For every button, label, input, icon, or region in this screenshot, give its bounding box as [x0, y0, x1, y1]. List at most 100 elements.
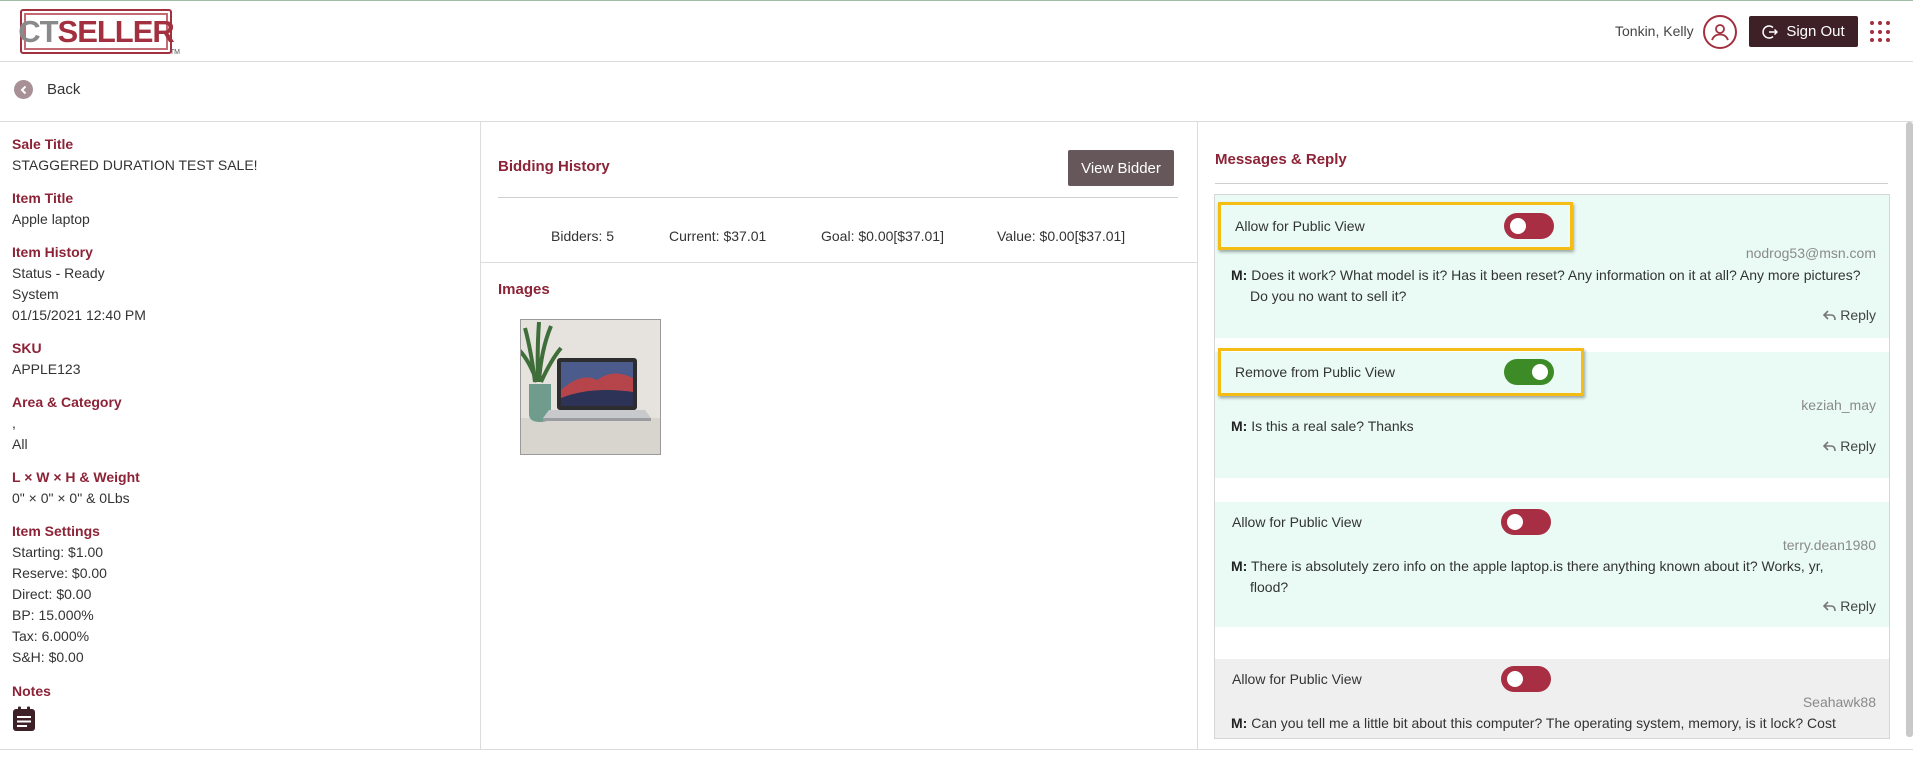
message-text: M: Does it work? What model is it? Has i…: [1231, 265, 1861, 307]
messages-panel: Messages & Reply Allow for Public View n…: [1198, 122, 1913, 750]
public-view-toggle-row: Allow for Public View: [1218, 655, 1573, 703]
toggle-knob: [1507, 514, 1523, 530]
message-prefix: M:: [1231, 418, 1248, 434]
messages-list[interactable]: Allow for Public View nodrog53@msn.com M…: [1214, 194, 1890, 739]
item-history-field: Item History Status - Ready System 01/15…: [12, 242, 146, 326]
notes-label: Notes: [12, 683, 51, 699]
message-text: M: Is this a real sale? Thanks: [1231, 416, 1861, 437]
sign-out-label: Sign Out: [1786, 23, 1845, 40]
item-history-user: System: [12, 286, 59, 302]
public-view-toggle[interactable]: [1501, 666, 1551, 692]
message-item: Allow for Public View terry.dean1980 M: …: [1215, 502, 1889, 627]
logo-text: CTSELLER: [18, 14, 175, 49]
message-author: terry.dean1980: [1782, 537, 1876, 553]
message-item: Allow for Public View Seahawk88 M: Can y…: [1215, 659, 1889, 738]
sale-title-field: Sale Title STAGGERED DURATION TEST SALE!: [12, 134, 258, 176]
item-image-thumbnail[interactable]: [520, 319, 661, 455]
reply-label: Reply: [1840, 438, 1876, 454]
bidders-count: Bidders: 5: [551, 228, 615, 244]
public-view-toggle[interactable]: [1501, 509, 1551, 535]
message-prefix: M:: [1231, 715, 1248, 731]
setting-direct: Direct: $0.00: [12, 586, 92, 602]
reply-button[interactable]: Reply: [1823, 598, 1876, 614]
message-content: Can you tell me a little bit about this …: [1251, 715, 1836, 731]
message-content: Is this a real sale? Thanks: [1251, 418, 1414, 434]
area-category-field: Area & Category , All: [12, 392, 122, 455]
public-view-toggle-row: Allow for Public View: [1218, 498, 1573, 546]
divider: [481, 262, 1198, 263]
bidding-panel: Bidding History View Bidder Bidders: 5 C…: [481, 122, 1198, 750]
user-avatar-icon[interactable]: [1703, 15, 1737, 49]
reply-icon: [1823, 600, 1837, 611]
reply-label: Reply: [1840, 307, 1876, 323]
public-view-toggle[interactable]: [1504, 359, 1554, 385]
item-history-label: Item History: [12, 244, 93, 260]
sign-out-button[interactable]: Sign Out: [1749, 16, 1858, 47]
goal-value: Goal: $0.00[$37.01]: [821, 228, 944, 244]
dimensions-label: L × W × H & Weight: [12, 469, 140, 485]
area-category-label: Area & Category: [12, 394, 122, 410]
message-item: Allow for Public View nodrog53@msn.com M…: [1215, 195, 1889, 338]
reply-label: Reply: [1840, 598, 1876, 614]
reply-icon: [1823, 309, 1837, 320]
setting-starting: Starting: $1.00: [12, 544, 104, 560]
message-author: Seahawk88: [1802, 694, 1876, 710]
notes-icon[interactable]: [12, 706, 36, 732]
value-amount: Value: $0.00[$37.01]: [997, 228, 1126, 244]
back-button[interactable]: Back: [14, 80, 80, 99]
divider: [0, 749, 1913, 750]
divider: [498, 197, 1178, 198]
message-content: There is absolutely zero info on the app…: [1250, 558, 1824, 595]
logo-text-accent: SELLER: [57, 14, 175, 49]
page-scrollbar[interactable]: [1906, 122, 1913, 737]
top-header: CTSELLER TM Tonkin, Kelly Sign Out: [0, 0, 1913, 62]
ctseller-logo[interactable]: CTSELLER TM: [18, 9, 180, 56]
view-bidder-button[interactable]: View Bidder: [1068, 150, 1174, 186]
toggle-knob: [1507, 671, 1523, 687]
item-settings-field: Item Settings Starting: $1.00 Reserve: $…: [12, 521, 107, 668]
setting-reserve: Reserve: $0.00: [12, 565, 107, 581]
setting-tax: Tax: 6.000%: [12, 628, 90, 644]
item-history-date: 01/15/2021 12:40 PM: [12, 307, 146, 323]
item-settings-label: Item Settings: [12, 523, 100, 539]
item-details-panel: Sale Title STAGGERED DURATION TEST SALE!…: [0, 122, 481, 750]
images-title: Images: [498, 281, 550, 298]
item-title-value: Apple laptop: [12, 211, 90, 227]
reply-icon: [1823, 440, 1837, 451]
public-view-label: Allow for Public View: [1232, 671, 1362, 687]
sale-title-label: Sale Title: [12, 136, 74, 152]
toggle-knob: [1510, 218, 1526, 234]
public-view-toggle-row: Remove from Public View: [1218, 348, 1584, 396]
bidding-history-title: Bidding History: [498, 158, 610, 175]
chevron-left-icon: [14, 80, 33, 99]
public-view-label: Allow for Public View: [1235, 218, 1365, 234]
public-view-toggle[interactable]: [1504, 213, 1554, 239]
message-text: M: Can you tell me a little bit about th…: [1231, 713, 1861, 734]
message-item: Remove from Public View keziah_may M: Is…: [1215, 348, 1889, 478]
item-history-status: Status - Ready: [12, 265, 105, 281]
dimensions-field: L × W × H & Weight 0" × 0" × 0" & 0Lbs: [12, 467, 140, 509]
sale-title-value: STAGGERED DURATION TEST SALE!: [12, 157, 258, 173]
category-value: All: [12, 436, 28, 452]
message-author: keziah_may: [1801, 397, 1876, 413]
sku-value: APPLE123: [12, 361, 81, 377]
logo-trademark: TM: [169, 49, 180, 56]
public-view-label: Allow for Public View: [1232, 514, 1362, 530]
public-view-label: Remove from Public View: [1235, 364, 1396, 380]
sku-field: SKU APPLE123: [12, 338, 81, 380]
item-title-label: Item Title: [12, 190, 74, 206]
message-content: Does it work? What model is it? Has it b…: [1250, 267, 1861, 304]
reply-button[interactable]: Reply: [1823, 438, 1876, 454]
message-prefix: M:: [1231, 558, 1248, 574]
message-author: nodrog53@msn.com: [1745, 245, 1876, 261]
area-value: ,: [12, 415, 16, 431]
reply-button[interactable]: Reply: [1823, 307, 1876, 323]
notes-field: Notes: [12, 681, 51, 732]
message-prefix: M:: [1231, 267, 1248, 283]
sku-label: SKU: [12, 340, 42, 356]
apps-grid-icon[interactable]: [1870, 21, 1892, 43]
public-view-toggle-row: Allow for Public View: [1218, 202, 1573, 250]
logo-text-main: CT: [18, 14, 58, 49]
setting-bp: BP: 15.000%: [12, 607, 94, 623]
setting-shipping: S&H: $0.00: [12, 649, 84, 665]
